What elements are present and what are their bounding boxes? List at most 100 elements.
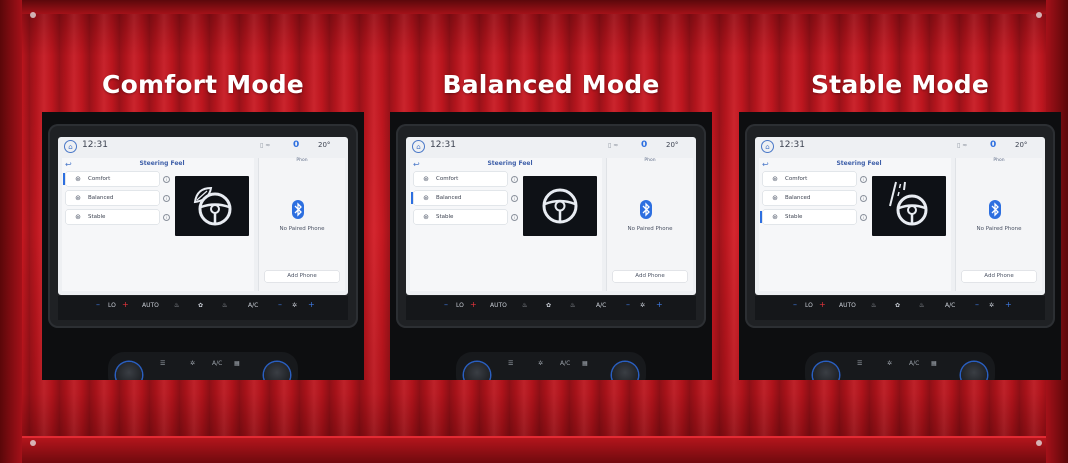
hvac-console: ☰ ✲ A/C ▦ bbox=[456, 352, 646, 380]
option-comfort[interactable]: ⊛ Comfort bbox=[414, 172, 507, 186]
phone-pane: Phon No Paired Phone Add Phone bbox=[258, 158, 345, 291]
steering-wheel-icon bbox=[542, 188, 578, 224]
temp-up-icon[interactable]: + bbox=[122, 300, 129, 309]
back-arrow-icon[interactable]: ↩ bbox=[762, 160, 769, 169]
option-stable[interactable]: ⊛ Stable bbox=[760, 210, 856, 224]
fan-down-icon[interactable]: – bbox=[278, 300, 282, 309]
option-comfort[interactable]: ⊛ Comfort bbox=[763, 172, 856, 186]
hvac-console: ☰ ✲ A/C ▦ bbox=[805, 352, 995, 380]
ac-button[interactable]: A/C bbox=[945, 302, 955, 309]
defrost-icon[interactable]: ☰ bbox=[857, 360, 862, 367]
option-label: Balanced bbox=[785, 195, 811, 201]
fan-icon[interactable]: ✲ bbox=[190, 360, 195, 367]
container-left-post bbox=[0, 0, 22, 463]
defrost-icon[interactable]: ☰ bbox=[508, 360, 513, 367]
status-icons: ▯ ≈ bbox=[260, 142, 271, 149]
temp-up-icon[interactable]: + bbox=[819, 300, 826, 309]
left-temp-knob[interactable] bbox=[116, 362, 142, 380]
left-temp-knob[interactable] bbox=[464, 362, 490, 380]
rear-defrost-icon[interactable]: ▦ bbox=[931, 360, 937, 367]
status-bar: ⌂ 12:31 ▯ ≈ 0 20° bbox=[58, 137, 348, 156]
option-stable[interactable]: ⊛ Stable bbox=[414, 210, 507, 224]
ac-button[interactable]: A/C bbox=[248, 302, 258, 309]
fan-icon[interactable]: ✿ bbox=[198, 302, 203, 309]
fan-icon[interactable]: ✲ bbox=[887, 360, 892, 367]
option-balanced[interactable]: ⊛ Balanced bbox=[66, 191, 159, 205]
mode-title-stable: Stable Mode bbox=[810, 70, 990, 99]
fan-up-icon[interactable]: + bbox=[1005, 300, 1012, 309]
road-steering-wheel-icon bbox=[889, 181, 928, 226]
home-icon[interactable]: ⌂ bbox=[64, 140, 77, 153]
seat-heat-icon[interactable]: ♨ bbox=[174, 302, 179, 309]
defrost-icon[interactable]: ☰ bbox=[160, 360, 165, 367]
fan-icon[interactable]: ✿ bbox=[546, 302, 551, 309]
info-icon[interactable]: i bbox=[163, 214, 170, 221]
add-phone-button[interactable]: Add Phone bbox=[962, 271, 1036, 282]
option-balanced[interactable]: ⊛ Balanced bbox=[411, 191, 507, 205]
fan-up-icon[interactable]: + bbox=[656, 300, 663, 309]
console-ac-button[interactable]: A/C bbox=[909, 360, 919, 367]
console-ac-button[interactable]: A/C bbox=[212, 360, 222, 367]
seat-cool-icon[interactable]: ♨ bbox=[222, 302, 227, 309]
phone-pane: Phon No Paired Phone Add Phone bbox=[955, 158, 1042, 291]
temp-down-icon[interactable]: – bbox=[793, 300, 797, 309]
steering-wheel-icon: ⊛ bbox=[75, 213, 81, 221]
auto-button[interactable]: AUTO bbox=[142, 302, 159, 309]
info-icon[interactable]: i bbox=[511, 176, 518, 183]
fan-down-icon[interactable]: – bbox=[975, 300, 979, 309]
right-temp-knob[interactable] bbox=[961, 362, 987, 380]
rear-defrost-icon[interactable]: ▦ bbox=[234, 360, 240, 367]
info-icon[interactable]: i bbox=[511, 195, 518, 202]
right-temp-knob[interactable] bbox=[264, 362, 290, 380]
seat-cool-icon[interactable]: ♨ bbox=[570, 302, 575, 309]
temp-up-icon[interactable]: + bbox=[470, 300, 477, 309]
home-icon[interactable]: ⌂ bbox=[412, 140, 425, 153]
seat-heat-icon[interactable]: ♨ bbox=[522, 302, 527, 309]
auto-button[interactable]: AUTO bbox=[839, 302, 856, 309]
preview-leaf-steering-wheel bbox=[175, 176, 249, 236]
info-icon[interactable]: i bbox=[163, 176, 170, 183]
mode-title-comfort: Comfort Mode bbox=[102, 70, 304, 99]
info-icon[interactable]: i bbox=[163, 195, 170, 202]
info-icon[interactable]: i bbox=[860, 214, 867, 221]
fan-icon[interactable]: ✲ bbox=[538, 360, 543, 367]
rear-defrost-icon[interactable]: ▦ bbox=[582, 360, 588, 367]
option-balanced[interactable]: ⊛ Balanced bbox=[763, 191, 856, 205]
fan-up-icon[interactable]: + bbox=[308, 300, 315, 309]
fan-down-icon[interactable]: – bbox=[626, 300, 630, 309]
ac-button[interactable]: A/C bbox=[596, 302, 606, 309]
info-icon[interactable]: i bbox=[860, 176, 867, 183]
steering-wheel-icon: ⊛ bbox=[772, 194, 778, 202]
home-icon[interactable]: ⌂ bbox=[761, 140, 774, 153]
rivet bbox=[1036, 440, 1042, 446]
clock: 12:31 bbox=[779, 140, 805, 150]
status-zero: 0 bbox=[641, 140, 648, 150]
outside-temp: 20° bbox=[666, 141, 679, 149]
phone-pane: Phon No Paired Phone Add Phone bbox=[606, 158, 693, 291]
temp-down-icon[interactable]: – bbox=[96, 300, 100, 309]
console-ac-button[interactable]: A/C bbox=[560, 360, 570, 367]
option-label: Stable bbox=[88, 214, 106, 220]
seat-cool-icon[interactable]: ♨ bbox=[919, 302, 924, 309]
option-stable[interactable]: ⊛ Stable bbox=[66, 210, 159, 224]
seat-heat-icon[interactable]: ♨ bbox=[871, 302, 876, 309]
auto-button[interactable]: AUTO bbox=[490, 302, 507, 309]
left-temp-knob[interactable] bbox=[813, 362, 839, 380]
info-icon[interactable]: i bbox=[511, 214, 518, 221]
preview-road-steering-wheel bbox=[872, 176, 946, 236]
fan-icon[interactable]: ✿ bbox=[895, 302, 900, 309]
add-phone-button[interactable]: Add Phone bbox=[265, 271, 339, 282]
climate-bar: – LO + AUTO ♨ ✿ ♨ A/C – ✲ + bbox=[755, 296, 1045, 320]
info-icon[interactable]: i bbox=[860, 195, 867, 202]
status-icons: ▯ ≈ bbox=[608, 142, 619, 149]
right-temp-knob[interactable] bbox=[612, 362, 638, 380]
phone-label: Phon bbox=[993, 158, 1005, 163]
add-phone-button[interactable]: Add Phone bbox=[613, 271, 687, 282]
no-paired-phone-text: No Paired Phone bbox=[976, 226, 1022, 232]
back-arrow-icon[interactable]: ↩ bbox=[413, 160, 420, 169]
bluetooth-icon bbox=[989, 200, 1001, 219]
option-comfort[interactable]: ⊛ Comfort bbox=[63, 172, 159, 186]
back-arrow-icon[interactable]: ↩ bbox=[65, 160, 72, 169]
fan-speed-icon: ✲ bbox=[292, 302, 298, 309]
temp-down-icon[interactable]: – bbox=[444, 300, 448, 309]
